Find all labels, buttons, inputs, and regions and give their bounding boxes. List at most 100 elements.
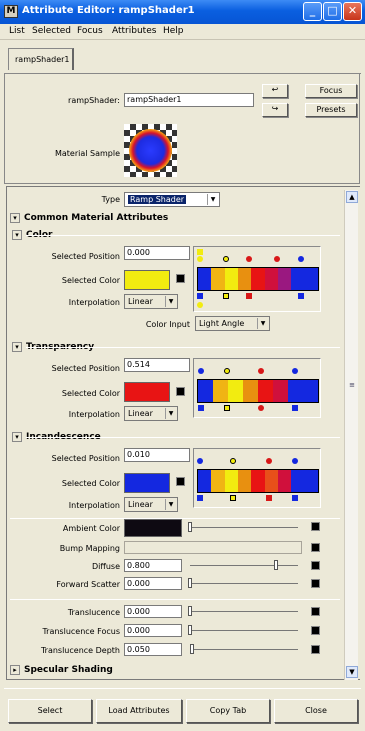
- color-ramp-bar[interactable]: [197, 267, 319, 291]
- incandescence-interpolation-dropdown[interactable]: Linear ▼: [124, 497, 178, 512]
- ramp-handle[interactable]: [292, 405, 298, 411]
- incandescence-selected-position-field[interactable]: 0.010: [124, 448, 190, 462]
- color-input-dropdown[interactable]: Light Angle ▼: [195, 316, 270, 331]
- ramp-handle[interactable]: [266, 458, 272, 464]
- color-selected-position-field[interactable]: 0.000: [124, 246, 190, 260]
- transparency-selected-color-swatch[interactable]: [124, 382, 170, 402]
- ramp-handle[interactable]: [246, 293, 252, 299]
- select-button[interactable]: Select: [8, 699, 92, 723]
- ramp-handle[interactable]: [292, 458, 298, 464]
- close-window-button[interactable]: ✕: [343, 2, 362, 21]
- incandescence-ramp-bar[interactable]: [197, 469, 319, 493]
- scroll-up-icon[interactable]: ▲: [346, 191, 358, 203]
- slider-thumb[interactable]: [190, 644, 194, 654]
- translucence-focus-field[interactable]: 0.000: [124, 624, 182, 637]
- slider-thumb[interactable]: [274, 560, 278, 570]
- incandescence-selected-color-label: Selected Color: [61, 479, 120, 488]
- ramp-handle[interactable]: [266, 495, 272, 501]
- menu-help[interactable]: Help: [163, 26, 184, 36]
- section-specular-shading[interactable]: ▸ Specular Shading: [10, 664, 340, 677]
- ramp-handle[interactable]: [198, 368, 204, 374]
- ramp-handle[interactable]: [197, 458, 203, 464]
- scroll-down-icon[interactable]: ▼: [346, 666, 358, 678]
- map-button-icon[interactable]: [311, 645, 320, 654]
- bump-mapping-field[interactable]: [124, 541, 302, 554]
- color-selected-color-swatch[interactable]: [124, 270, 170, 290]
- copy-tab-button[interactable]: Copy Tab: [186, 699, 270, 723]
- type-dropdown[interactable]: Ramp Shader ▼: [124, 192, 220, 207]
- slider-thumb[interactable]: [188, 625, 192, 635]
- translucence-depth-slider[interactable]: [190, 649, 298, 650]
- ramp-handle[interactable]: [197, 249, 203, 255]
- ramp-handle-selected-icon[interactable]: [224, 405, 230, 411]
- focus-button[interactable]: Focus: [305, 84, 357, 98]
- menu-list[interactable]: List: [9, 26, 25, 36]
- ambient-color-slider[interactable]: [190, 527, 298, 528]
- ramp-handle[interactable]: [298, 256, 304, 262]
- go-to-input-button[interactable]: ↩: [262, 84, 288, 98]
- ramp-handle[interactable]: [197, 256, 203, 262]
- ramp-handle[interactable]: [298, 293, 304, 299]
- ramp-handle[interactable]: [197, 302, 203, 308]
- ramp-handle[interactable]: [258, 368, 264, 374]
- map-button-icon[interactable]: [311, 522, 320, 531]
- scroll-grip-icon[interactable]: ≡: [347, 381, 357, 389]
- translucence-focus-slider[interactable]: [190, 630, 298, 631]
- shader-label: rampShader:: [68, 96, 120, 105]
- ramp-handle[interactable]: [292, 495, 298, 501]
- map-button-icon[interactable]: [176, 477, 185, 486]
- menu-attributes[interactable]: Attributes: [112, 26, 156, 36]
- map-button-icon[interactable]: [311, 626, 320, 635]
- map-button-icon[interactable]: [311, 561, 320, 570]
- tab-rampshader1[interactable]: rampShader1: [8, 48, 74, 70]
- forward-scatter-slider[interactable]: [190, 583, 298, 584]
- ramp-handle-selected-icon[interactable]: [230, 495, 236, 501]
- map-button-icon[interactable]: [176, 274, 185, 283]
- map-button-icon[interactable]: [311, 543, 320, 552]
- map-button-icon[interactable]: [176, 387, 185, 396]
- load-attributes-button[interactable]: Load Attributes: [96, 699, 182, 723]
- slider-thumb[interactable]: [188, 522, 192, 532]
- forward-scatter-field[interactable]: 0.000: [124, 577, 182, 590]
- ramp-handle[interactable]: [274, 256, 280, 262]
- close-button[interactable]: Close: [274, 699, 358, 723]
- ambient-color-swatch[interactable]: [124, 519, 182, 537]
- maximize-button[interactable]: □: [323, 2, 342, 21]
- section-common-material[interactable]: ▾ Common Material Attributes: [10, 212, 340, 225]
- slider-thumb[interactable]: [188, 578, 192, 588]
- presets-button[interactable]: Presets: [305, 103, 357, 117]
- ramp-handle[interactable]: [246, 256, 252, 262]
- translucence-depth-field[interactable]: 0.050: [124, 643, 182, 656]
- ramp-handle[interactable]: [197, 293, 203, 299]
- ramp-handle-selected-icon[interactable]: [223, 293, 229, 299]
- shader-name-field[interactable]: rampShader1: [124, 93, 254, 107]
- diffuse-slider[interactable]: [190, 565, 298, 566]
- map-button-icon[interactable]: [311, 607, 320, 616]
- map-button-icon[interactable]: [311, 579, 320, 588]
- slider-thumb[interactable]: [188, 606, 192, 616]
- ramp-handle[interactable]: [258, 405, 264, 411]
- color-ramp-widget[interactable]: [193, 246, 321, 312]
- ramp-handle[interactable]: [224, 368, 230, 374]
- incandescence-selected-color-swatch[interactable]: [124, 473, 170, 493]
- ramp-handle[interactable]: [230, 458, 236, 464]
- translucence-slider[interactable]: [190, 611, 298, 612]
- ramp-handle[interactable]: [292, 368, 298, 374]
- vertical-scrollbar[interactable]: ▲ ≡ ▼: [344, 190, 358, 680]
- transparency-ramp-widget[interactable]: [193, 358, 321, 418]
- transparency-selected-position-field[interactable]: 0.514: [124, 358, 190, 372]
- menu-focus[interactable]: Focus: [77, 26, 103, 36]
- transparency-interpolation-dropdown[interactable]: Linear ▼: [124, 406, 178, 421]
- ramp-handle[interactable]: [198, 405, 204, 411]
- transparency-selected-position-label: Selected Position: [51, 364, 120, 373]
- translucence-field[interactable]: 0.000: [124, 605, 182, 618]
- transparency-ramp-bar[interactable]: [197, 379, 319, 403]
- ramp-handle[interactable]: [223, 256, 229, 262]
- diffuse-field[interactable]: 0.800: [124, 559, 182, 572]
- color-interpolation-dropdown[interactable]: Linear ▼: [124, 294, 178, 309]
- ramp-handle[interactable]: [197, 495, 203, 501]
- go-to-output-button[interactable]: ↪: [262, 103, 288, 117]
- menu-selected[interactable]: Selected: [32, 26, 71, 36]
- minimize-button[interactable]: _: [303, 2, 322, 21]
- incandescence-ramp-widget[interactable]: [193, 448, 321, 508]
